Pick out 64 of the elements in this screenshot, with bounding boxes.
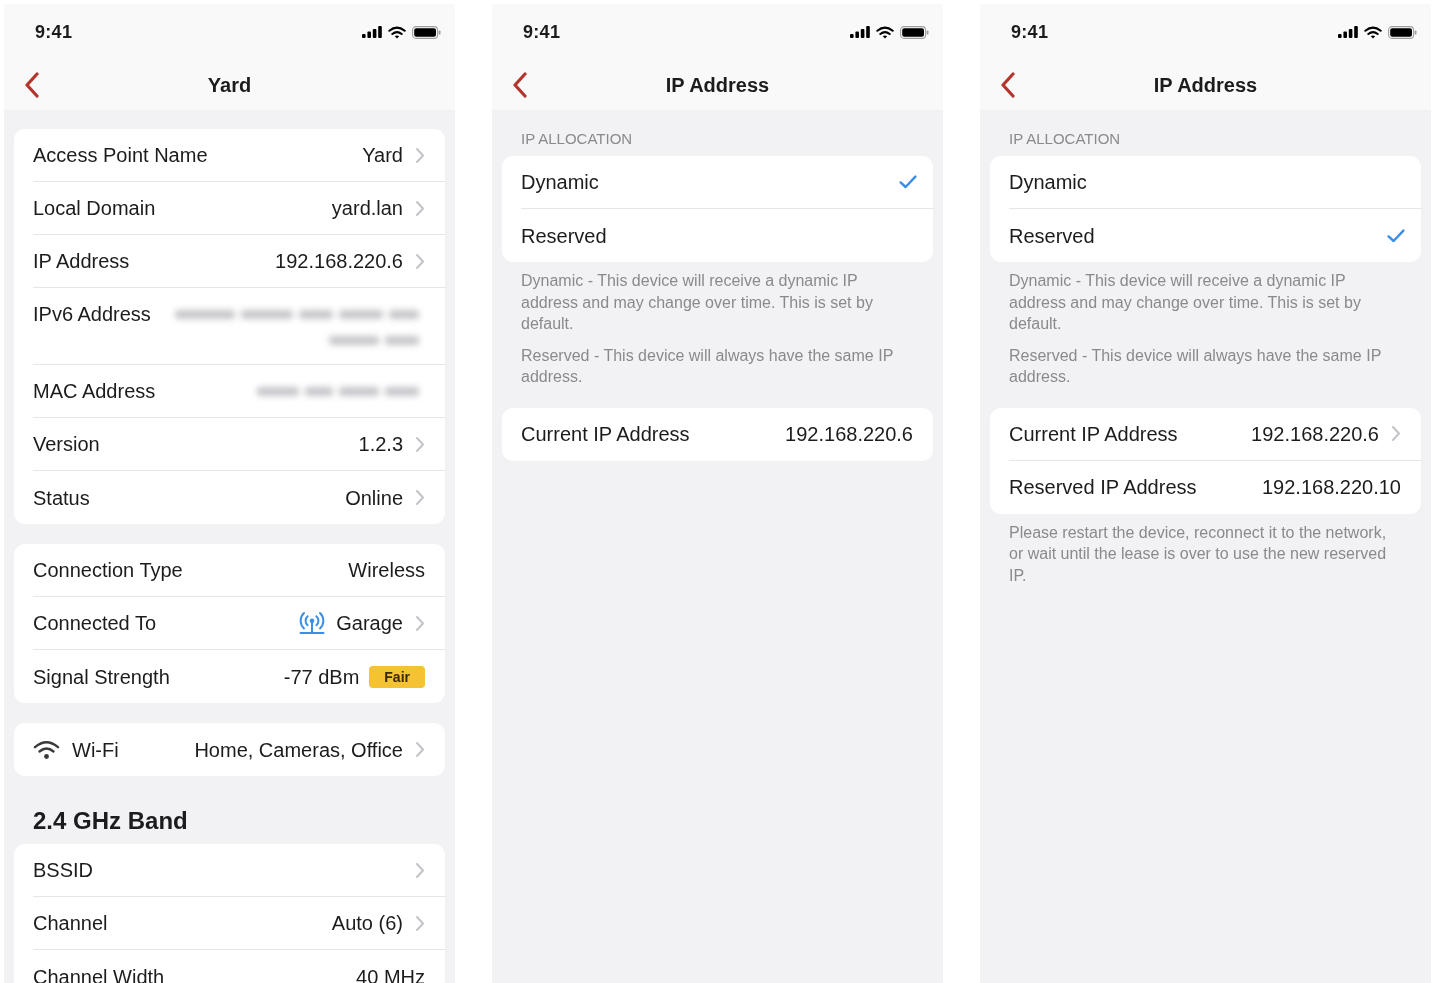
signal-badge: Fair bbox=[369, 665, 425, 688]
footer-note: Reserved - This device will always have the same IP address. bbox=[521, 345, 894, 387]
battery-icon bbox=[900, 25, 929, 39]
option-row[interactable]: Dynamic bbox=[1009, 156, 1421, 209]
row-value: 1.2.3 bbox=[358, 432, 403, 456]
row-value: Wireless bbox=[348, 558, 425, 582]
row-value: -77 dBm bbox=[283, 664, 360, 689]
status-time: 9:41 bbox=[523, 21, 561, 43]
footer-note: Dynamic - This device will receive a dynamic IP address and may change over time. This is set by default. bbox=[521, 271, 874, 334]
battery-icon bbox=[1388, 25, 1417, 39]
row-label: Channel Width bbox=[33, 964, 165, 983]
cellular-signal-icon bbox=[362, 26, 382, 38]
antenna-icon bbox=[299, 611, 326, 635]
chevron-left-icon bbox=[512, 72, 528, 98]
footer-note: Dynamic - This device will receive a dynamic IP address and may change over time. This is set by default. bbox=[1009, 271, 1362, 334]
row-value: Home, Cameras, Office bbox=[194, 737, 403, 762]
option-row[interactable]: Dynamic bbox=[521, 156, 933, 209]
row-label: Connected To bbox=[33, 611, 157, 635]
row-label: Channel bbox=[33, 911, 108, 935]
section-header: IP ALLOCATION bbox=[520, 130, 633, 148]
row-label: IPv6 Address bbox=[33, 302, 151, 326]
battery-icon bbox=[412, 25, 441, 39]
status-time: 9:41 bbox=[35, 21, 73, 43]
row-label: Signal Strength bbox=[33, 664, 170, 689]
status-time: 9:41 bbox=[1011, 21, 1049, 43]
cellular-signal-icon bbox=[1338, 26, 1358, 38]
footer-note: Reserved - This device will always have the same IP address. bbox=[1009, 345, 1382, 387]
wifi-icon bbox=[876, 25, 894, 39]
chevron-left-icon bbox=[1000, 72, 1016, 98]
row-label: Status bbox=[33, 485, 90, 510]
chevron-left-icon bbox=[24, 72, 40, 98]
section-header: IP ALLOCATION bbox=[1008, 130, 1121, 148]
row-value: 192.168.220.10 bbox=[1261, 475, 1401, 499]
wifi-icon bbox=[1364, 25, 1382, 39]
row-label: Access Point Name bbox=[33, 143, 208, 167]
row-value: 192.168.220.6 bbox=[785, 422, 913, 446]
row-label: Version bbox=[33, 432, 100, 456]
section-title: 2.4 GHz Band bbox=[32, 806, 188, 835]
row-value: Yard bbox=[362, 143, 403, 167]
screen-title: IP Address bbox=[665, 73, 770, 97]
row-label: Wi-Fi bbox=[72, 737, 119, 762]
row-value: Online bbox=[345, 485, 403, 510]
row-value: 192.168.220.6 bbox=[275, 249, 403, 273]
wifi-icon bbox=[388, 25, 406, 39]
row-value: 40 MHz bbox=[356, 964, 425, 983]
row-label: BSSID bbox=[33, 858, 94, 882]
footer-note: Please restart the device, reconnect it to the network, or wait until the lease is over to use the new reserved IP. bbox=[1009, 522, 1388, 586]
row-label: IP Address bbox=[33, 249, 130, 273]
row-value: 192.168.220.6 bbox=[1251, 421, 1379, 446]
row-value: yard.lan bbox=[331, 196, 403, 220]
row-label: Reserved IP Address bbox=[1009, 475, 1197, 499]
wifi-icon bbox=[33, 739, 60, 760]
row-label: Current IP Address bbox=[1009, 421, 1178, 446]
row-label: Current IP Address bbox=[521, 422, 690, 446]
row-value: Auto (6) bbox=[331, 911, 403, 935]
option-row[interactable]: Reserved bbox=[1009, 209, 1421, 262]
row-label: Connection Type bbox=[33, 558, 183, 582]
screen-title: IP Address bbox=[1153, 73, 1258, 97]
row-label: MAC Address bbox=[33, 379, 156, 403]
row-value: Garage bbox=[336, 611, 403, 635]
screen-title: Yard bbox=[207, 73, 252, 97]
option-row[interactable]: Reserved bbox=[521, 209, 933, 262]
cellular-signal-icon bbox=[850, 26, 870, 38]
row-label: Local Domain bbox=[33, 196, 156, 220]
